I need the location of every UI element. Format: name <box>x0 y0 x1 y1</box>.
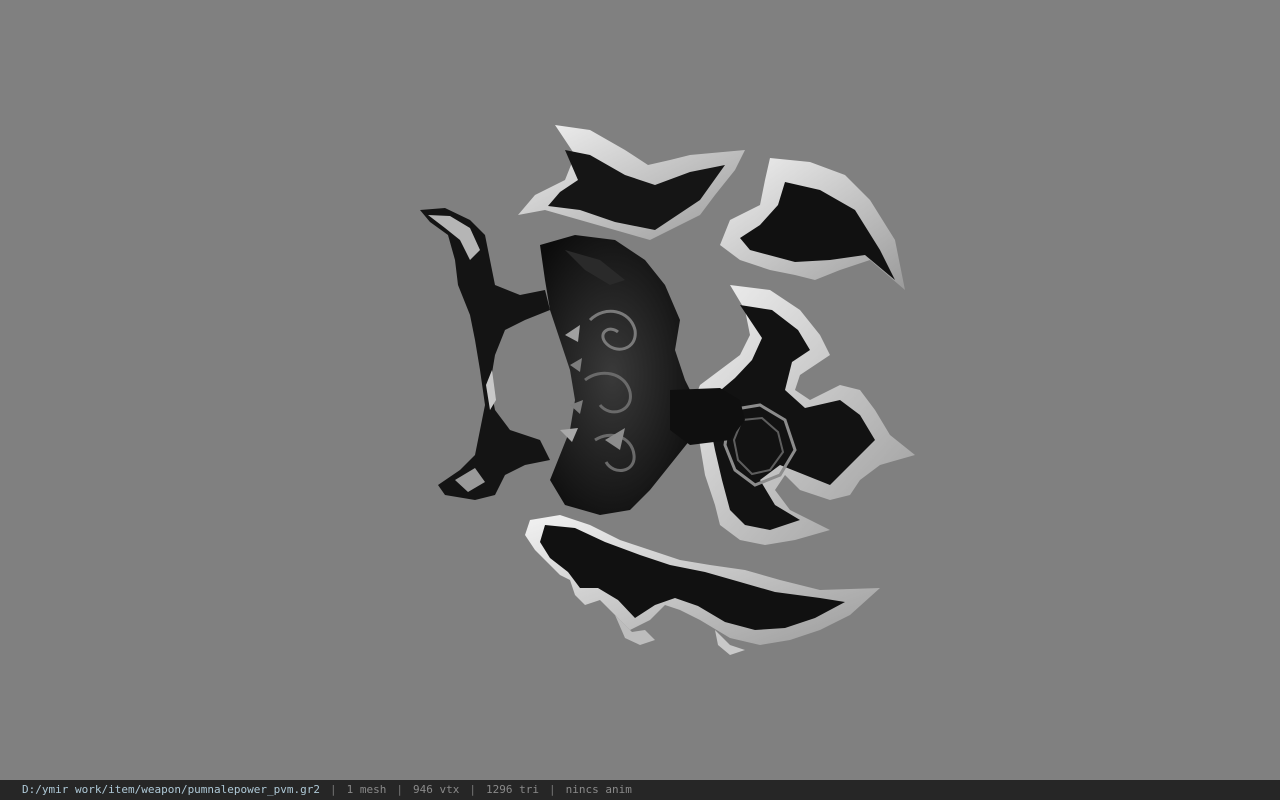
separator: | <box>469 783 476 796</box>
central-body <box>540 235 700 515</box>
lower-blade <box>525 515 880 655</box>
file-path: D:/ymir work/item/weapon/pumnalepower_pv… <box>22 783 321 796</box>
separator: | <box>330 783 337 796</box>
separator: | <box>548 783 556 796</box>
animation-status: nincs anim <box>565 783 632 796</box>
left-arm <box>420 208 550 500</box>
3d-viewport[interactable] <box>0 0 1280 780</box>
status-bar: D:/ymir work/item/weapon/pumnalepower_pv… <box>0 780 1280 800</box>
upper-blade <box>518 125 745 240</box>
weapon-model <box>420 125 915 655</box>
mesh-count: 1 mesh <box>346 783 387 796</box>
vertex-count: 946 vtx <box>413 783 460 796</box>
separator: | <box>396 783 404 796</box>
triangle-count: 1296 tri <box>486 783 539 796</box>
upper-right-fin <box>720 158 905 290</box>
